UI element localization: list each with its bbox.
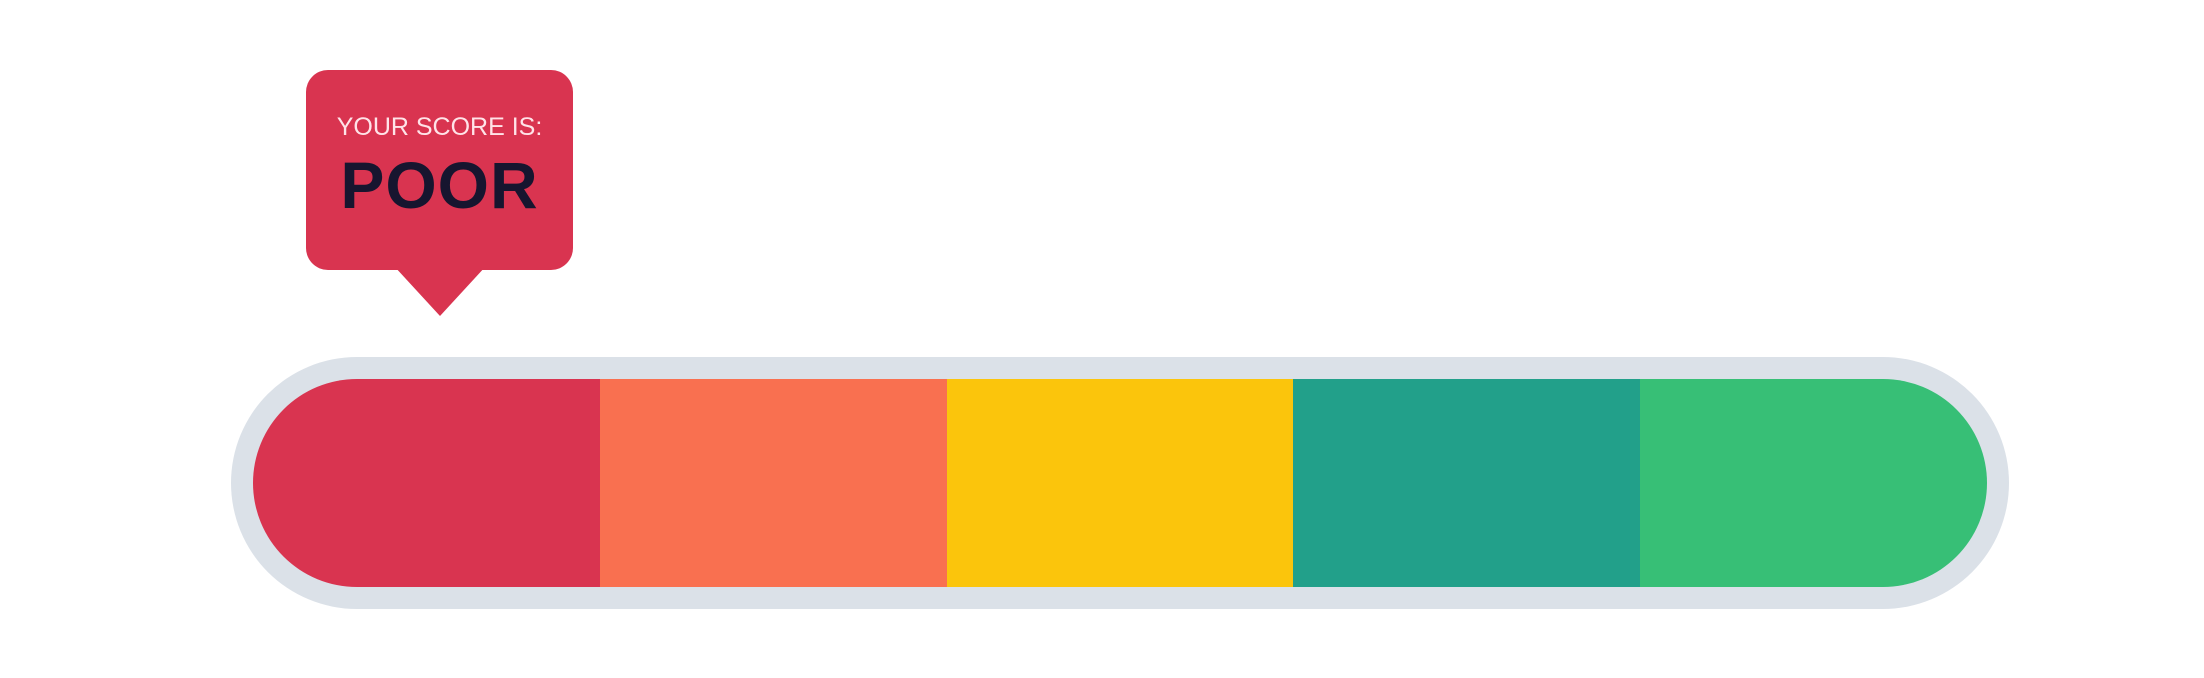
gauge-segment-5 bbox=[1640, 379, 1987, 587]
score-caption: YOUR SCORE IS: bbox=[336, 112, 543, 141]
gauge-segment-1 bbox=[253, 379, 600, 587]
badge-pointer-icon bbox=[393, 266, 486, 316]
score-rating: POOR bbox=[340, 147, 539, 222]
gauge-segment-3 bbox=[946, 379, 1294, 587]
score-gauge bbox=[253, 379, 1987, 587]
score-badge: YOUR SCORE IS: POOR bbox=[306, 70, 573, 316]
score-gauge-track bbox=[231, 357, 2009, 609]
gauge-segment-4 bbox=[1293, 379, 1641, 587]
gauge-segment-2 bbox=[599, 379, 947, 587]
